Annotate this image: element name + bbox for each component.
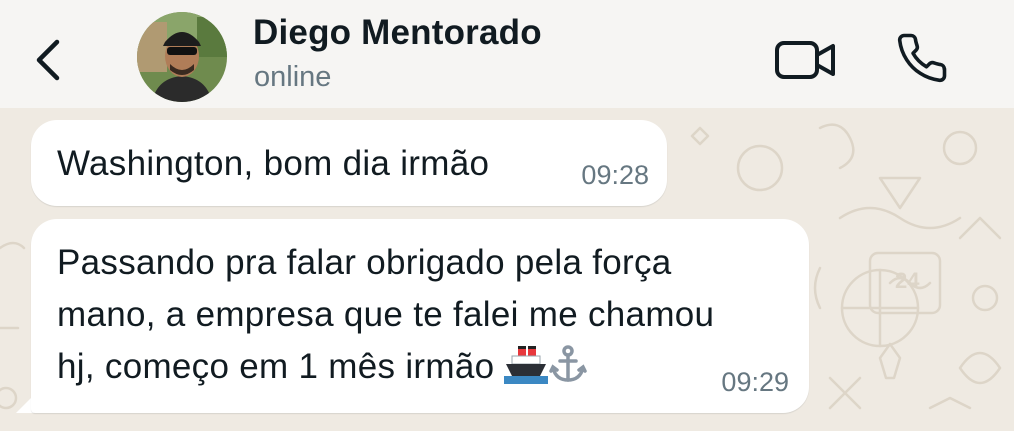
- message-line: hj, começo em 1 mês irmão: [57, 341, 714, 399]
- voice-call-button[interactable]: [890, 28, 954, 88]
- contact-name[interactable]: Diego Mentorado: [253, 13, 542, 53]
- ship-emoji: [504, 344, 549, 399]
- phone-icon: [897, 33, 947, 83]
- message-text: Washington, bom dia irmão: [57, 144, 490, 183]
- arrow-left-icon: [36, 39, 60, 81]
- chat-area[interactable]: 24 Washington, bom dia irmão 09:28 Passa…: [0, 108, 1014, 431]
- video-camera-icon: [775, 41, 835, 79]
- message-text: Passando pra falar obrigado pela força m…: [57, 237, 714, 399]
- message-line: mano, a empresa que te falei me chamou: [57, 295, 715, 334]
- message-timestamp: 09:28: [581, 160, 649, 190]
- avatar-photo: [137, 12, 227, 102]
- chat-header: Diego Mentorado online: [0, 0, 1014, 108]
- anchor-emoji: [548, 344, 588, 399]
- contact-avatar[interactable]: [137, 12, 227, 102]
- svg-text:24: 24: [895, 268, 920, 293]
- back-button[interactable]: [26, 34, 70, 86]
- message-line-text: hj, começo em 1 mês irmão: [57, 347, 495, 386]
- contact-status: online: [254, 61, 332, 93]
- video-call-button[interactable]: [770, 32, 842, 88]
- message-line: Passando pra falar obrigado pela força: [57, 243, 672, 282]
- message-bubble[interactable]: Washington, bom dia irmão 09:28: [31, 120, 667, 206]
- message-timestamp: 09:29: [721, 367, 789, 397]
- message-bubble[interactable]: Passando pra falar obrigado pela força m…: [31, 219, 809, 413]
